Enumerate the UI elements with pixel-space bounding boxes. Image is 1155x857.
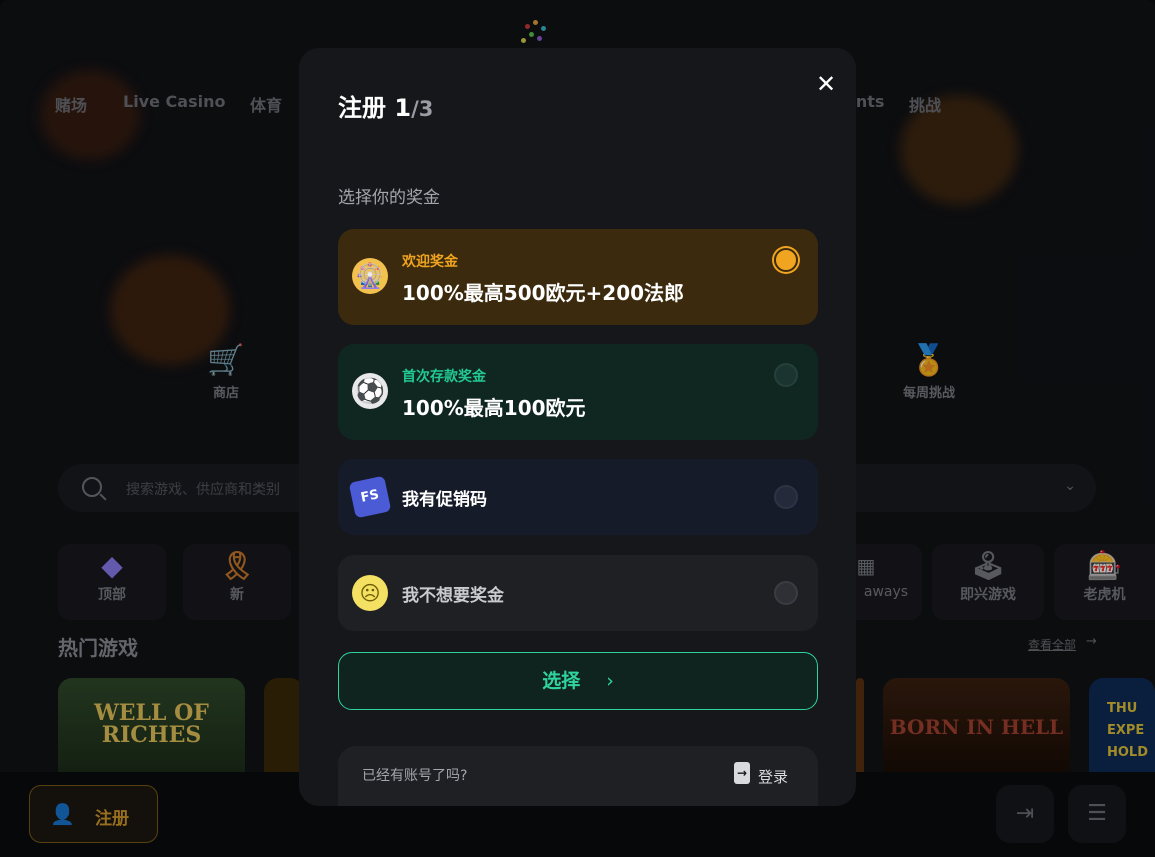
login-prompt: 已经有账号了吗? → 登录 [338,746,818,806]
bonus-option-welcome[interactable]: 🎡 欢迎奖金 100%最高500欧元+200法郎 [338,229,818,325]
select-button[interactable]: 选择 › [338,652,818,710]
register-modal: 注册 1/3 ✕ 选择你的奖金 🎡 欢迎奖金 100%最高500欧元+200法郎… [299,48,856,806]
radio-unselected[interactable] [774,485,798,509]
bonus-subtitle: 选择你的奖金 [338,188,440,208]
login-question: 已经有账号了吗? [362,768,468,784]
radio-unselected[interactable] [774,581,798,605]
bonus-option-first-deposit[interactable]: ⚽ 首次存款奖金 100%最高100欧元 [338,344,818,440]
close-icon[interactable]: ✕ [814,72,838,96]
bonus-text: 100%最高500欧元+200法郎 [402,281,685,305]
ticket-icon: FS [348,475,392,519]
soccer-ball-icon: ⚽ [352,373,388,409]
modal-title: 注册 1/3 [338,88,433,123]
sad-face-icon: ☹ [352,575,388,611]
bonus-text: 100%最高100欧元 [402,396,586,420]
bonus-text: 我有促销码 [402,490,487,510]
modal-title-text: 注册 [338,94,386,122]
bonus-option-promo-code[interactable]: FS 我有促销码 [338,459,818,535]
step-current: 1 [394,94,412,122]
login-door-icon[interactable]: → [734,762,750,784]
bonus-text: 我不想要奖金 [402,586,504,606]
step-total: /3 [411,97,434,121]
bonus-option-no-bonus[interactable]: ☹ 我不想要奖金 [338,555,818,631]
login-link[interactable]: 登录 [758,766,788,787]
bonus-tag: 首次存款奖金 [402,369,486,385]
radio-selected[interactable] [774,248,798,272]
bonus-tag: 欢迎奖金 [402,254,458,270]
wheel-icon: 🎡 [352,258,388,294]
chevron-right-icon: › [606,670,614,692]
select-label: 选择 [542,670,581,692]
radio-unselected[interactable] [774,363,798,387]
